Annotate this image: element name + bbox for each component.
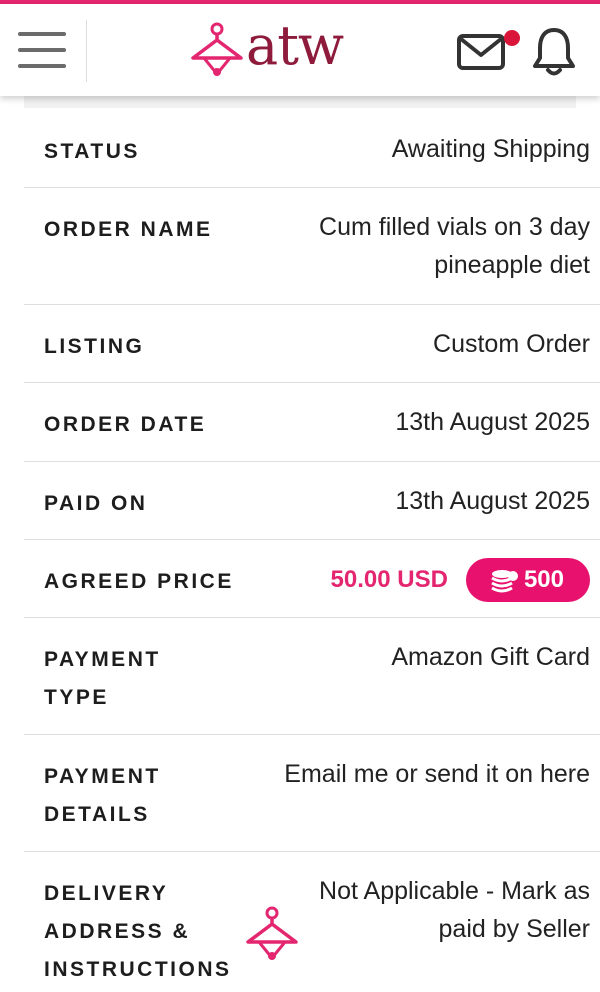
payment-type-label: PAYMENT TYPE xyxy=(44,648,161,709)
mail-icon[interactable] xyxy=(457,34,505,70)
paid-on-label: PAID ON xyxy=(44,492,148,515)
payment-details-value: Email me or send it on here xyxy=(284,760,590,788)
delivery-value: Not Applicable - Mark as paid by Seller xyxy=(319,877,590,943)
agreed-price-values: 50.00 USD 500 xyxy=(331,558,590,602)
paid-on-value: 13th August 2025 xyxy=(395,487,590,515)
coins-icon xyxy=(491,570,518,593)
listing-row: LISTING Custom Order xyxy=(24,305,600,383)
status-row: STATUS Awaiting Shipping xyxy=(24,110,600,188)
coin-amount: 500 xyxy=(523,566,564,593)
notification-dot xyxy=(504,30,520,46)
coin-badge: 500 xyxy=(465,558,590,602)
bell-icon[interactable] xyxy=(531,26,577,78)
app-header: atw xyxy=(0,4,600,96)
payment-type-value: Amazon Gift Card xyxy=(391,643,590,671)
content-top-strip xyxy=(24,96,576,108)
order-name-value: Cum filled vials on 3 day pineapple diet xyxy=(319,213,590,279)
payment-details-row: PAYMENT DETAILS Email me or send it on h… xyxy=(24,735,600,852)
paid-on-row: PAID ON 13th August 2025 xyxy=(24,462,600,540)
agreed-price-label: AGREED PRICE xyxy=(44,570,234,593)
order-name-row: ORDER NAME Cum filled vials on 3 day pin… xyxy=(24,188,600,305)
hanger-watermark-icon xyxy=(246,906,298,961)
order-date-row: ORDER DATE 13th August 2025 xyxy=(24,383,600,462)
order-date-label: ORDER DATE xyxy=(44,413,207,436)
brand-name: atw xyxy=(246,14,344,77)
status-value: Awaiting Shipping xyxy=(391,135,590,163)
order-details-table: STATUS Awaiting Shipping ORDER NAME Cum … xyxy=(24,110,600,992)
delivery-label: DELIVERY ADDRESS & INSTRUCTIONS xyxy=(44,882,232,981)
hanger-logo-icon xyxy=(191,22,243,77)
payment-details-label: PAYMENT DETAILS xyxy=(44,765,161,826)
menu-icon[interactable] xyxy=(18,30,68,72)
header-divider xyxy=(86,20,87,82)
order-date-value: 13th August 2025 xyxy=(395,408,590,436)
order-name-label: ORDER NAME xyxy=(44,218,213,241)
status-label: STATUS xyxy=(44,140,140,163)
agreed-price-row: AGREED PRICE 50.00 USD 500 xyxy=(24,540,600,618)
price-usd: 50.00 USD xyxy=(330,566,448,593)
payment-type-row: PAYMENT TYPE Amazon Gift Card xyxy=(24,618,600,735)
listing-label: LISTING xyxy=(44,335,145,358)
delivery-row: DELIVERY ADDRESS & INSTRUCTIONS Not Appl… xyxy=(24,852,600,992)
listing-value[interactable]: Custom Order xyxy=(270,325,590,363)
